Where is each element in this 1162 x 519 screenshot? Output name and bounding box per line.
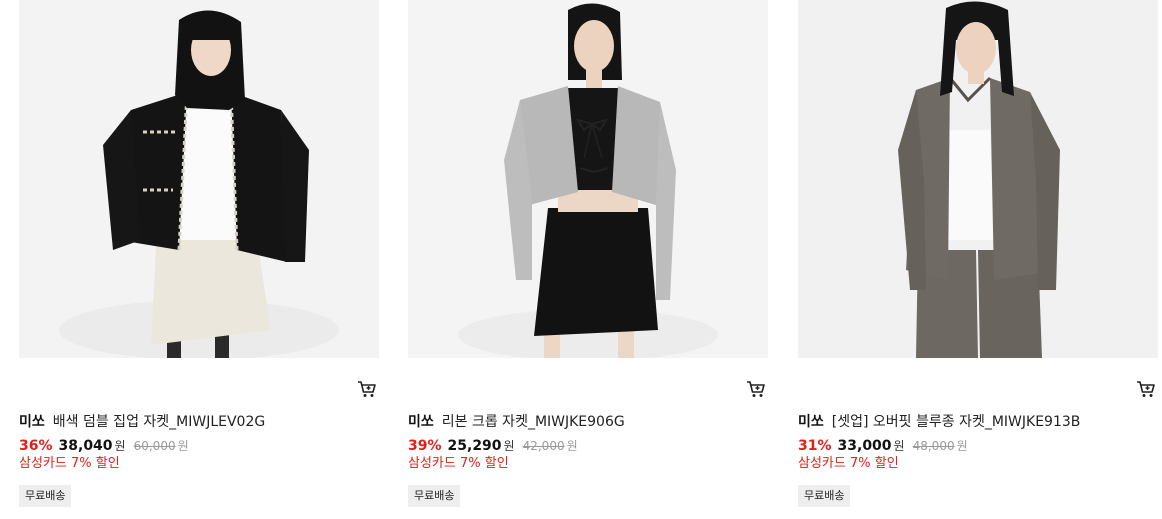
currency-unit: 원: [503, 439, 515, 453]
free-shipping-badge: 무료배송: [19, 485, 72, 507]
product-image[interactable]: [19, 0, 379, 358]
card-discount-text: 삼성카드 7% 할인: [19, 456, 120, 471]
original-price: 48,000: [912, 439, 955, 453]
brand-name: 미쏘: [798, 414, 824, 430]
product-grid: 미쏘 배색 덤블 집업 자켓_MIWJLEV02G 36% 38,040 원 60,00…: [0, 0, 1162, 519]
original-price: 42,000: [522, 439, 565, 453]
price-row: 39% 25,290 원 42,000 원: [408, 436, 578, 456]
discount-rate: 31%: [798, 438, 832, 454]
currency-unit: 원: [114, 439, 126, 453]
brand-name: 미쏘: [408, 414, 434, 430]
product-title[interactable]: 미쏘 리본 크롭 자켓_MIWJKE906G: [408, 412, 764, 432]
sale-price: 33,000: [837, 438, 892, 454]
discount-rate: 36%: [19, 438, 53, 454]
price-row: 36% 38,040 원 60,000 원: [19, 436, 189, 456]
free-shipping-badge: 무료배송: [408, 485, 461, 507]
product-card[interactable]: 미쏘 [셋업] 오버핏 블루종 자켓_MIWJKE913B 31% 33,000 원 4…: [798, 0, 1158, 519]
add-to-cart-button[interactable]: [1136, 380, 1156, 398]
add-to-cart-button[interactable]: [746, 380, 766, 398]
sale-price: 25,290: [447, 438, 502, 454]
cart-icon: [358, 381, 376, 397]
original-price: 60,000: [133, 439, 176, 453]
product-title[interactable]: 미쏘 [셋업] 오버핏 블루종 자켓_MIWJKE913B: [798, 412, 1154, 432]
discount-rate: 39%: [408, 438, 442, 454]
original-currency-unit: 원: [956, 439, 968, 453]
product-name: 배색 덤블 집업 자켓_MIWJLEV02G: [52, 414, 266, 430]
add-to-cart-button[interactable]: [357, 380, 377, 398]
product-name: 리본 크롭 자켓_MIWJKE906G: [441, 414, 625, 430]
brand-name: 미쏘: [19, 414, 45, 430]
currency-unit: 원: [893, 439, 905, 453]
price-row: 31% 33,000 원 48,000 원: [798, 436, 968, 456]
cart-icon: [1137, 381, 1155, 397]
card-discount-text: 삼성카드 7% 할인: [408, 456, 509, 471]
sale-price: 38,040: [58, 438, 113, 454]
product-name: [셋업] 오버핏 블루종 자켓_MIWJKE913B: [831, 414, 1081, 430]
original-currency-unit: 원: [177, 439, 189, 453]
product-image[interactable]: [798, 0, 1158, 358]
product-card[interactable]: 미쏘 배색 덤블 집업 자켓_MIWJLEV02G 36% 38,040 원 60,00…: [19, 0, 379, 519]
product-card[interactable]: 미쏘 리본 크롭 자켓_MIWJKE906G 39% 25,290 원 42,000 원 …: [408, 0, 768, 519]
product-title[interactable]: 미쏘 배색 덤블 집업 자켓_MIWJLEV02G: [19, 412, 375, 432]
original-currency-unit: 원: [566, 439, 578, 453]
free-shipping-badge: 무료배송: [798, 485, 851, 507]
card-discount-text: 삼성카드 7% 할인: [798, 456, 899, 471]
cart-icon: [747, 381, 765, 397]
product-image[interactable]: [408, 0, 768, 358]
